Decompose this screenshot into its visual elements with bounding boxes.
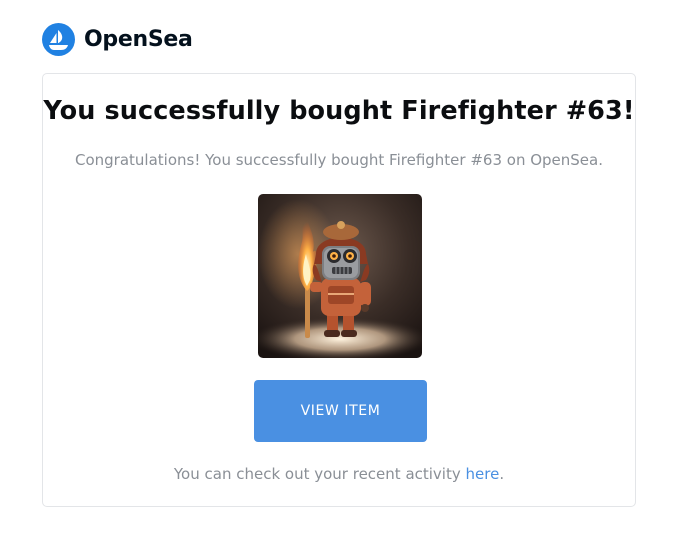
- brand-name: OpenSea: [84, 27, 193, 52]
- recent-activity-suffix: .: [499, 465, 505, 483]
- recent-activity-link[interactable]: here: [466, 465, 500, 483]
- brand-header: OpenSea: [42, 23, 193, 56]
- purchase-title: You successfully bought Firefighter #63!: [43, 96, 635, 126]
- recent-activity-prefix: You can check out your recent activity: [173, 465, 466, 483]
- firefighter-robot-nft-image[interactable]: [258, 194, 422, 358]
- recent-activity-text: You can check out your recent activity h…: [43, 465, 635, 483]
- opensea-boat-icon: [42, 23, 75, 56]
- view-item-button[interactable]: VIEW ITEM: [254, 380, 427, 442]
- purchase-confirmation-card: You successfully bought Firefighter #63!…: [42, 73, 636, 507]
- purchase-message: Congratulations! You successfully bought…: [74, 151, 603, 169]
